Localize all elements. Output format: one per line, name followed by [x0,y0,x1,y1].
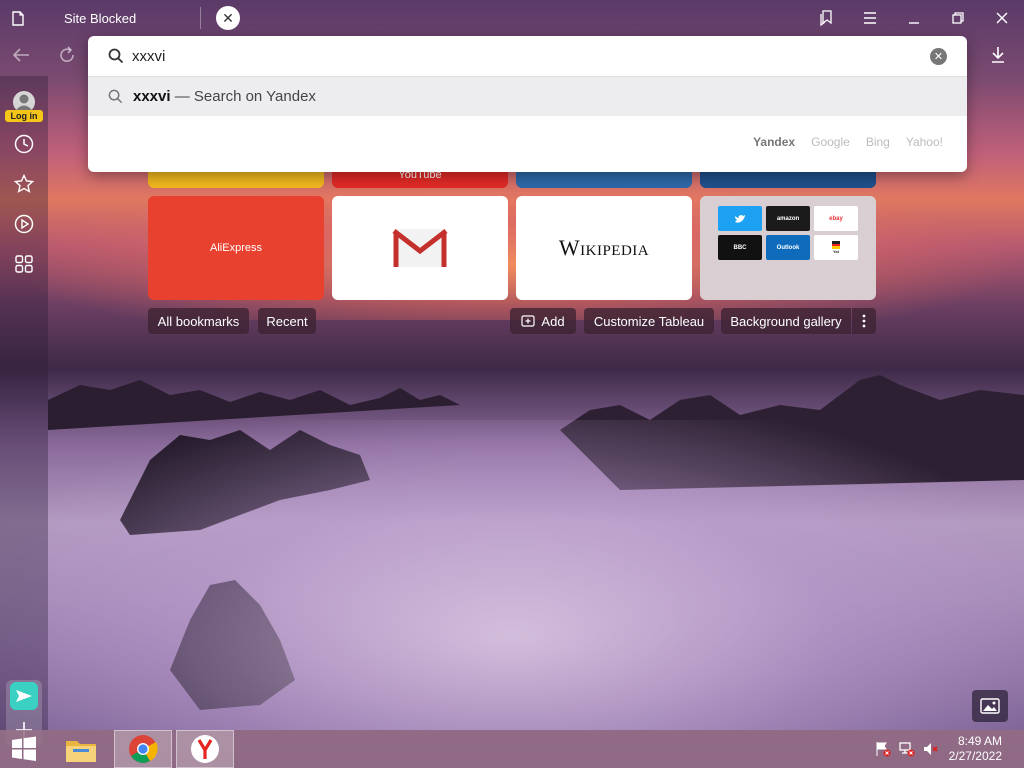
messenger-icon[interactable] [10,682,38,715]
bookmarks-star-icon[interactable] [12,172,36,196]
engine-bing[interactable]: Bing [866,135,890,149]
tableau-tile-partial-3[interactable] [516,172,692,188]
clear-input-icon[interactable]: ✕ [930,48,947,65]
sidebar [0,76,48,746]
action-center-flag-icon[interactable] [874,740,892,758]
all-bookmarks-button[interactable]: All bookmarks [148,308,249,334]
bbc-mini-icon: BBC [718,235,762,260]
clock-time: 8:49 AM [957,734,1002,748]
gmail-logo-icon [392,229,448,267]
wikipedia-label: Wikipedia [558,235,650,260]
background-image-icon[interactable] [972,690,1008,722]
page-icon [0,0,36,36]
search-engine-list: Yandex Google Bing Yahoo! [753,135,943,149]
clock-date: 2/27/2022 [948,749,1002,763]
add-icon [521,315,536,327]
ebay-mini-label: ebay [829,215,843,222]
suggestion-suffix: — Search on Yandex [170,88,316,105]
yat-mini-label: Yat [832,249,839,254]
download-icon[interactable] [990,46,1006,69]
tableau-tile-gmail[interactable] [332,196,508,300]
engine-google[interactable]: Google [811,135,850,149]
bbc-mini-label: BBC [733,244,747,251]
add-tile-button[interactable]: Add [510,308,576,334]
yat-mini-icon: Yat [814,235,858,260]
outlook-mini-label: Outlook [776,244,800,251]
tableau-tile-folder[interactable]: amazon ebay BBC Outlook Yat [700,196,876,300]
ebay-mini-icon: ebay [814,206,858,231]
add-label: Add [541,313,565,329]
reload-icon[interactable] [58,46,76,69]
tab-separator [200,7,201,29]
network-icon[interactable] [898,740,916,758]
background-clouds [0,420,1024,730]
close-tab-button[interactable]: ✕ [216,6,240,30]
menu-icon[interactable] [848,0,892,36]
suggestion-search-icon [108,89,123,104]
recent-button[interactable]: Recent [258,308,316,334]
video-play-icon[interactable] [12,212,36,236]
tableau-tile-partial-1[interactable] [148,172,324,188]
customize-tableau-button[interactable]: Customize Tableau [584,308,714,334]
close-window-icon[interactable] [980,0,1024,36]
suggestion-query: xxxvi [133,88,171,105]
tableau-tile-youtube[interactable]: YouTube [332,172,508,188]
engine-yahoo[interactable]: Yahoo! [906,135,943,149]
address-bar[interactable]: xxxvi [88,36,967,77]
windows-start-icon[interactable] [0,730,48,768]
system-clock[interactable]: 8:49 AM 2/27/2022 [949,734,1002,764]
chrome-taskbar-icon[interactable] [114,730,172,768]
tab-title[interactable]: Site Blocked [64,11,199,26]
restore-icon[interactable] [936,0,980,36]
minimize-icon[interactable] [892,0,936,36]
back-icon[interactable] [12,46,30,69]
outlook-mini-icon: Outlook [766,235,810,260]
aliexpress-label: AliExpress [210,242,262,254]
tableau-tile-partial-4[interactable] [700,172,876,188]
taskbar: 8:49 AM 2/27/2022 [0,730,1024,768]
twitter-mini-icon [718,206,762,231]
search-icon [108,48,124,64]
background-gallery-button[interactable]: Background gallery [721,308,851,334]
omnibox-dropdown: xxxvi ✕ xxxvi — Search on Yandex Yandex … [88,36,967,172]
youtube-tile-label: YouTube [398,172,442,181]
file-explorer-icon[interactable] [58,730,104,768]
amazon-mini-icon: amazon [766,206,810,231]
volume-muted-icon[interactable] [922,740,940,758]
tableau-tile-aliexpress[interactable]: AliExpress [148,196,324,300]
address-input[interactable]: xxxvi [132,48,165,65]
search-suggestion[interactable]: xxxvi — Search on Yandex [88,77,967,116]
more-options-icon[interactable] [852,308,876,334]
yandex-browser-taskbar-icon[interactable] [176,730,234,768]
tableau-tile-wikipedia[interactable]: Wikipedia [516,196,692,300]
engine-yandex[interactable]: Yandex [753,135,795,149]
amazon-mini-label: amazon [776,215,800,222]
services-grid-icon[interactable] [12,252,36,276]
login-badge[interactable]: Log in [5,110,43,122]
title-bar: Site Blocked ✕ [0,0,1024,36]
bookmarks-panel-icon[interactable] [804,0,848,36]
history-icon[interactable] [12,132,36,156]
